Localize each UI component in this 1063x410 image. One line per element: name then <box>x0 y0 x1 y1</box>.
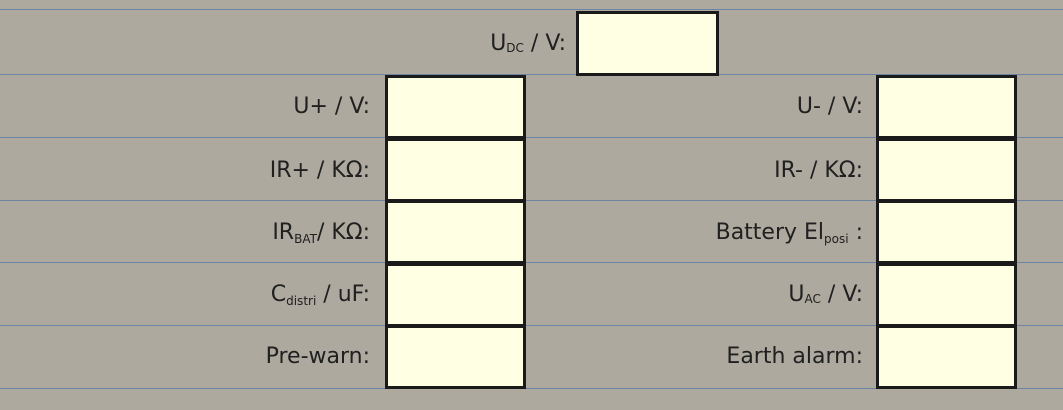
c-distri-label: Cdistri / uF: <box>270 282 370 308</box>
battery-el-posi-label: Battery Elposi : <box>715 220 863 246</box>
battery-el-posi-value-box <box>876 200 1017 264</box>
ir-minus-label: IR- / KΩ: <box>774 158 863 183</box>
row-divider <box>0 9 1063 10</box>
u-plus-label: U+ / V: <box>293 94 370 119</box>
ir-bat-label: IRBAT/ KΩ: <box>272 220 370 246</box>
earth-alarm-label: Earth alarm: <box>726 344 863 369</box>
ir-bat-value-box <box>385 200 526 264</box>
earth-alarm-value-box <box>876 325 1017 389</box>
ir-minus-value-box <box>876 138 1017 202</box>
uac-label: UAC / V: <box>788 282 863 307</box>
ir-plus-label: IR+ / KΩ: <box>269 158 370 183</box>
udc-value-box <box>576 11 719 76</box>
pre-warn-label: Pre-warn: <box>265 344 370 369</box>
c-distri-value-box <box>385 263 526 327</box>
u-minus-value-box <box>876 75 1017 139</box>
measurement-panel: UDC / V: U+ / V: IR+ / KΩ: IRBAT/ KΩ: Cd… <box>0 0 1063 410</box>
uac-value-box <box>876 263 1017 327</box>
u-minus-label: U- / V: <box>796 94 863 119</box>
u-plus-value-box <box>385 75 526 139</box>
pre-warn-value-box <box>385 325 526 389</box>
ir-plus-value-box <box>385 138 526 202</box>
udc-label: UDC / V: <box>490 31 566 56</box>
